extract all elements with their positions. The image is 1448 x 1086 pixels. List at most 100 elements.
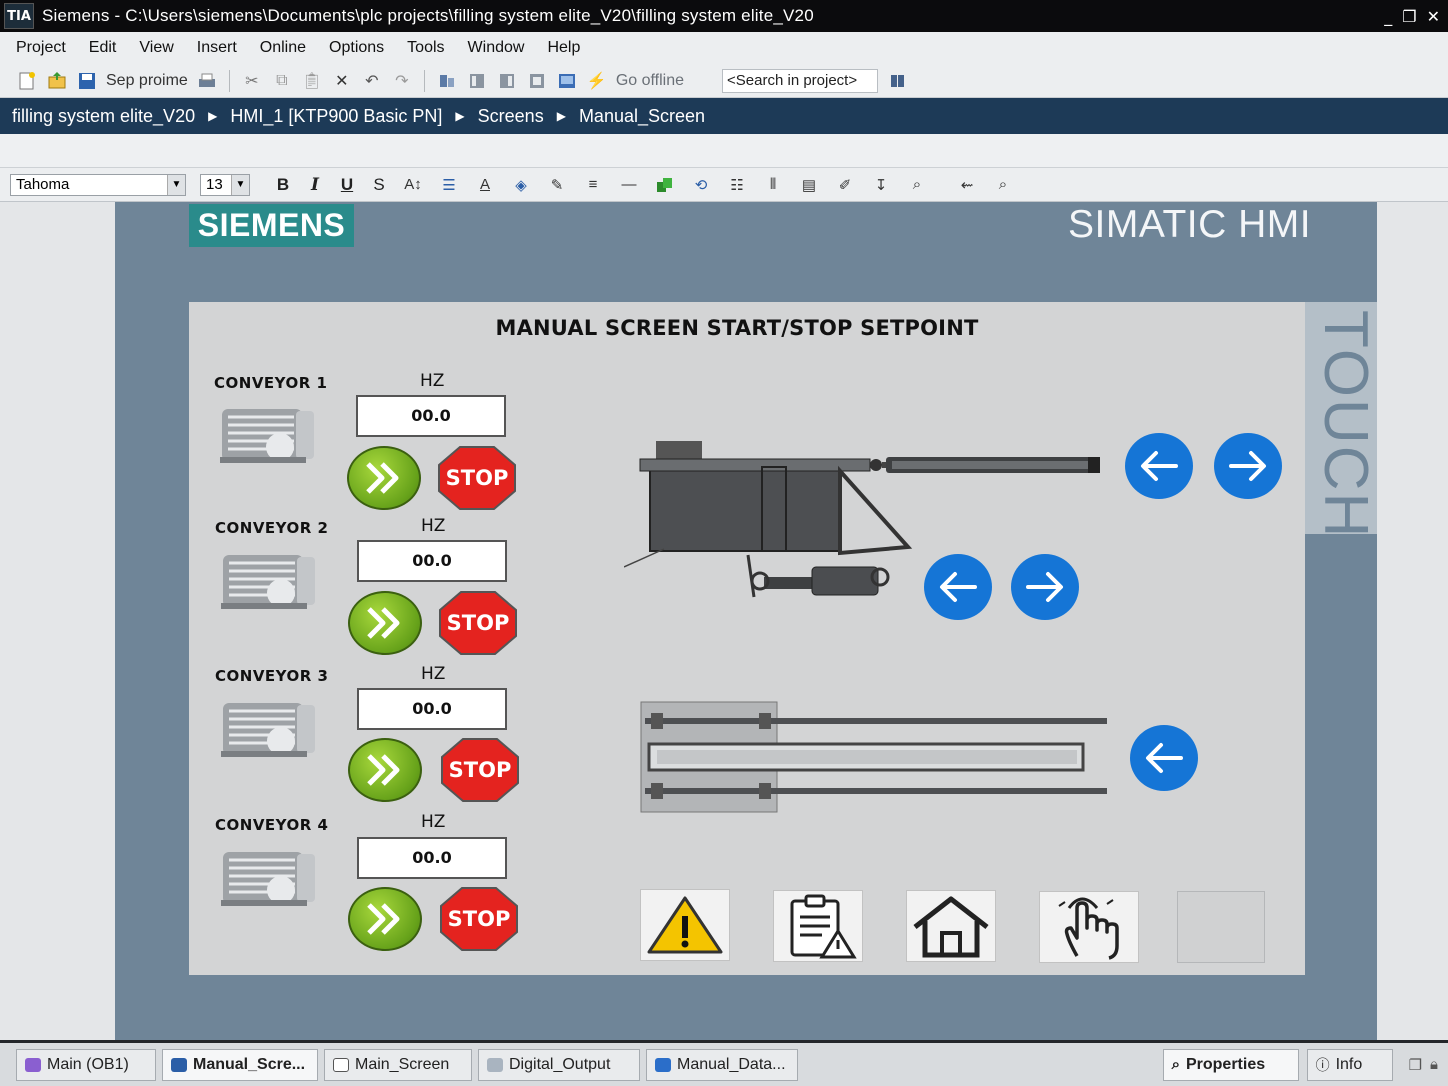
zoom-icon[interactable]: ⌕ <box>902 174 932 196</box>
paste-icon[interactable]: 📋︎ <box>301 70 323 92</box>
download-icon[interactable] <box>466 70 488 92</box>
search-in-project-input[interactable]: <Search in project> <box>722 68 879 93</box>
conveyor-3-hz-field[interactable]: 00.0 <box>357 688 507 730</box>
strikethrough-button[interactable]: S <box>366 175 392 195</box>
go-offline-icon[interactable]: ⚡ <box>586 70 608 92</box>
conveyor-1-stop-button[interactable]: STOP <box>438 446 516 510</box>
fill-color-icon[interactable]: ◈ <box>506 174 536 196</box>
simulation-icon[interactable] <box>526 70 548 92</box>
menu-edit[interactable]: Edit <box>89 39 117 57</box>
breadcrumb-hmi[interactable]: HMI_1 [KTP900 Basic PN] <box>230 106 442 127</box>
tab-digital-output[interactable]: Digital_Output <box>478 1048 640 1081</box>
lock-icon[interactable]: 🔒︎ <box>1430 1056 1438 1073</box>
tab-manual-data[interactable]: Manual_Data... <box>646 1048 798 1081</box>
breadcrumb-screens[interactable]: Screens <box>478 106 544 127</box>
conveyor-1-stop-label: STOP <box>445 466 509 490</box>
save-project-label[interactable]: Sep proime <box>106 72 188 90</box>
lower-cylinder-extend-button[interactable] <box>1011 554 1079 620</box>
go-offline-label[interactable]: Go offline <box>616 72 684 90</box>
menu-project[interactable]: Project <box>16 39 66 57</box>
tab-main-ob1[interactable]: Main (OB1) <box>16 1048 156 1081</box>
minimize-button[interactable]: _ <box>1384 7 1392 26</box>
breadcrumb-arrow-icon: ▶ <box>556 109 566 123</box>
distribute-icon[interactable]: ⦀ <box>758 174 788 196</box>
chevron-down-icon[interactable]: ▼ <box>167 174 185 195</box>
conveyor-4-stop-button[interactable]: STOP <box>440 887 518 951</box>
conveyor-2-hz-field[interactable]: 00.0 <box>357 540 507 582</box>
simatic-hmi-label: SIMATIC HMI <box>1068 203 1312 246</box>
menu-options[interactable]: Options <box>329 39 384 57</box>
tab-manual-screen[interactable]: Manual_Scre... <box>162 1048 318 1081</box>
conveyor-2-stop-button[interactable]: STOP <box>439 591 517 655</box>
toolbox-icon[interactable]: ⇜ <box>952 174 982 196</box>
compile-icon[interactable] <box>436 70 458 92</box>
line-style-icon[interactable]: ≡ <box>578 174 608 196</box>
menu-help[interactable]: Help <box>547 39 580 57</box>
conveyor-rail-retract-button[interactable] <box>1130 725 1198 791</box>
text-direction-icon[interactable]: ↧ <box>866 174 896 196</box>
align-objects-icon[interactable]: ☷ <box>722 174 752 196</box>
menu-tools[interactable]: Tools <box>407 39 444 57</box>
home-screen-button[interactable] <box>906 890 996 962</box>
bold-button[interactable]: B <box>270 175 296 195</box>
menu-online[interactable]: Online <box>260 39 306 57</box>
copy-icon[interactable]: ⧉ <box>271 70 293 92</box>
menu-view[interactable]: View <box>139 39 173 57</box>
new-project-icon[interactable] <box>16 70 38 92</box>
siemens-logo: SIEMENS <box>189 204 354 247</box>
font-size-select[interactable]: 13 ▼ <box>200 173 250 196</box>
same-size-icon[interactable]: ▤ <box>794 174 824 196</box>
start-simulation-icon[interactable] <box>556 70 578 92</box>
font-family-select[interactable]: Tahoma ▼ <box>10 173 186 196</box>
tab-label: Main (OB1) <box>47 1055 129 1073</box>
maximize-button[interactable]: ❐ <box>1402 7 1416 26</box>
tab-main-screen[interactable]: Main_Screen <box>324 1048 472 1081</box>
line-color-icon[interactable]: ✎ <box>542 174 572 196</box>
manual-touch-button[interactable] <box>1039 891 1139 963</box>
toolbar-separator <box>423 69 425 92</box>
font-family-value: Tahoma <box>16 175 70 193</box>
conveyor-3-stop-button[interactable]: STOP <box>441 738 519 802</box>
empty-screen-button[interactable] <box>1177 891 1265 963</box>
format-painter-icon[interactable]: ✐ <box>830 174 860 196</box>
chevron-down-icon[interactable]: ▼ <box>231 174 249 195</box>
alarm-screen-button[interactable] <box>640 889 730 961</box>
conveyor-1-hz-field[interactable]: 00.0 <box>356 395 506 437</box>
italic-button[interactable]: I <box>302 175 328 195</box>
zoom-area-icon[interactable]: ⌕ <box>988 174 1018 196</box>
conveyor-3-start-button[interactable] <box>348 738 422 802</box>
menu-window[interactable]: Window <box>468 39 525 57</box>
search-project-icon[interactable] <box>886 70 908 92</box>
menu-insert[interactable]: Insert <box>197 39 237 57</box>
conveyor-2-start-button[interactable] <box>348 591 422 655</box>
delete-icon[interactable]: ✕ <box>331 70 353 92</box>
conveyor-1-start-button[interactable] <box>347 446 421 510</box>
undo-icon[interactable]: ↶ <box>361 70 383 92</box>
layer-icon[interactable] <box>650 174 680 196</box>
breadcrumb-project[interactable]: filling system elite_V20 <box>12 106 195 127</box>
conveyor-3-label: CONVEYOR 3 <box>215 667 329 685</box>
print-icon[interactable] <box>196 70 218 92</box>
info-tab[interactable]: ⓘ Info <box>1306 1048 1393 1081</box>
line-width-icon[interactable]: — <box>614 174 644 196</box>
cylinder-retract-button[interactable] <box>1125 433 1193 499</box>
close-button[interactable]: ✕ <box>1427 7 1440 26</box>
text-align-icon[interactable]: ☰ <box>434 174 464 196</box>
open-project-icon[interactable] <box>46 70 68 92</box>
alarm-log-button[interactable] <box>773 890 863 962</box>
conveyor-4-start-button[interactable] <box>348 887 422 951</box>
breadcrumb-manual-screen[interactable]: Manual_Screen <box>579 106 705 127</box>
lower-cylinder-retract-button[interactable] <box>924 554 992 620</box>
cylinder-extend-button[interactable] <box>1214 433 1282 499</box>
restore-panel-icon[interactable]: ❐ <box>1409 1056 1422 1074</box>
rotate-icon[interactable]: ⟲ <box>686 174 716 196</box>
properties-tab[interactable]: ⌕ Properties <box>1162 1048 1299 1081</box>
font-size-increase-icon[interactable]: A↕ <box>398 174 428 196</box>
font-color-icon[interactable]: A <box>470 174 500 196</box>
redo-icon[interactable]: ↷ <box>391 70 413 92</box>
cut-icon[interactable]: ✂ <box>241 70 263 92</box>
underline-button[interactable]: U <box>334 175 360 195</box>
conveyor-4-hz-field[interactable]: 00.0 <box>357 837 507 879</box>
upload-icon[interactable] <box>496 70 518 92</box>
save-project-icon[interactable] <box>76 70 98 92</box>
